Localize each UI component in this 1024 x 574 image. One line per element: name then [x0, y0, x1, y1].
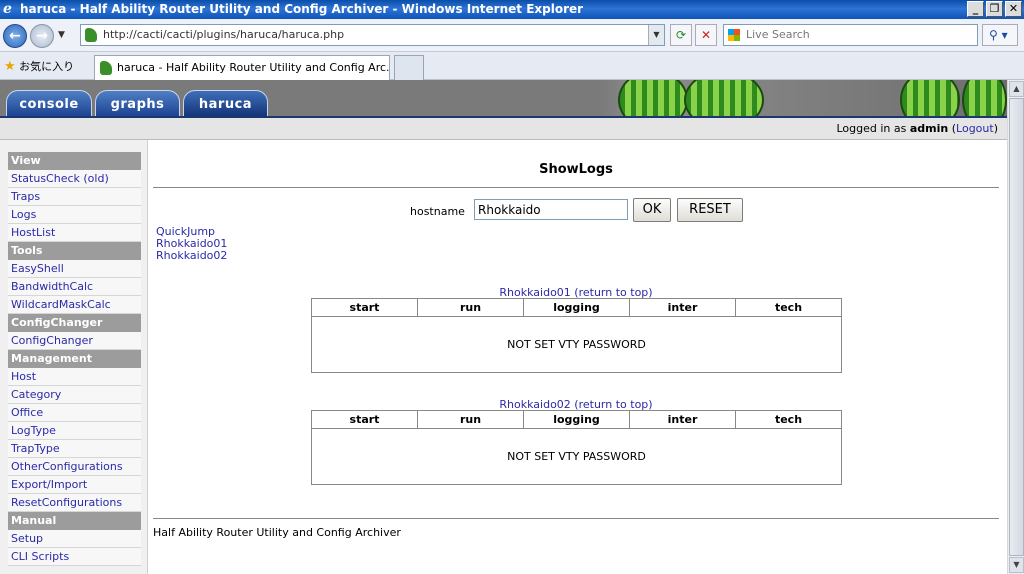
stop-icon: ✕: [700, 28, 712, 42]
divider: [153, 187, 999, 188]
site-favicon-icon: [85, 28, 97, 42]
vertical-scrollbar[interactable]: ▲ ▼: [1007, 80, 1024, 574]
search-input[interactable]: Live Search: [723, 24, 978, 46]
sidebar-item-host[interactable]: Host: [8, 368, 141, 386]
forward-button[interactable]: →: [30, 24, 54, 48]
quickjump-links: QuickJump Rhokkaido01 Rhokkaido02: [156, 226, 227, 262]
favorites-button[interactable]: ★ お気に入り: [4, 58, 74, 74]
history-dropdown-icon[interactable]: ▼: [58, 30, 65, 40]
sidebar-item-logtype[interactable]: LogType: [8, 422, 141, 440]
sidebar-item-setup[interactable]: Setup: [8, 530, 141, 548]
column-header: tech: [774, 413, 803, 426]
sidebar-item-wildcardmaskcalc[interactable]: WildcardMaskCalc: [8, 296, 141, 314]
ok-button[interactable]: OK: [633, 198, 671, 222]
sidebar-item-office[interactable]: Office: [8, 404, 141, 422]
sidebar-item-logs[interactable]: Logs: [8, 206, 141, 224]
browser-tab-title: haruca - Half Ability Router Utility and…: [117, 61, 390, 74]
sidebar-item-resetconfigurations[interactable]: ResetConfigurations: [8, 494, 141, 512]
address-text: http://cacti/cacti/plugins/haruca/haruca…: [103, 28, 345, 41]
reset-button[interactable]: RESET: [677, 198, 743, 222]
sidebar-item-traps[interactable]: Traps: [8, 188, 141, 206]
star-icon: ★: [4, 59, 16, 74]
column-header: start: [312, 411, 418, 428]
hostname-input[interactable]: [474, 199, 628, 220]
sidebar-heading: Management: [8, 350, 141, 368]
login-bar: Logged in as admin (Logout): [0, 118, 1007, 140]
maximize-button[interactable]: ❐: [986, 1, 1003, 17]
logout-link[interactable]: Logout: [956, 122, 994, 135]
sidebar: View StatusCheck (old) Traps Logs HostList To…: [0, 140, 148, 574]
minimize-button[interactable]: _: [967, 1, 984, 17]
login-user: admin: [909, 122, 949, 135]
sidebar-item-traptype[interactable]: TrapType: [8, 440, 141, 458]
sidebar-item-hostlist[interactable]: HostList: [8, 224, 141, 242]
table-message: NOT SET VTY PASSWORD: [507, 450, 646, 463]
scroll-up-icon[interactable]: ▲: [1009, 81, 1024, 97]
back-button[interactable]: ←: [3, 24, 27, 48]
sidebar-heading: ConfigChanger: [8, 314, 141, 332]
browser-tab-active[interactable]: haruca - Half Ability Router Utility and…: [94, 55, 390, 80]
sidebar-item-export-import[interactable]: Export/Import: [8, 476, 141, 494]
arrow-left-icon: ←: [9, 28, 21, 44]
table-message: NOT SET VTY PASSWORD: [507, 338, 646, 351]
cacti-header: console graphs haruca: [0, 80, 1007, 118]
sidebar-item-configchanger[interactable]: ConfigChanger: [8, 332, 141, 350]
window-title: haruca - Half Ability Router Utility and…: [20, 2, 584, 16]
window-titlebar: e haruca - Half Ability Router Utility a…: [0, 0, 1024, 19]
address-toolbar: ← → ▼ http://cacti/cacti/plugins/haruca/…: [0, 19, 1024, 52]
page-title: ShowLogs: [539, 162, 613, 177]
column-header: inter: [630, 411, 736, 428]
footer-text: Half Ability Router Utility and Config A…: [153, 526, 401, 539]
sidebar-item-easyshell[interactable]: EasyShell: [8, 260, 141, 278]
search-button[interactable]: ⚲ ▾: [982, 24, 1018, 46]
search-icon: ⚲: [989, 28, 998, 42]
address-dropdown-icon[interactable]: ▼: [648, 25, 664, 45]
scroll-down-icon[interactable]: ▼: [1009, 557, 1024, 573]
hostname-label: hostname: [410, 205, 465, 218]
column-header: run: [418, 299, 524, 316]
column-header: run: [418, 411, 524, 428]
log-table-rhokkaido02: start run logging inter tech NOT SET VTY…: [311, 410, 842, 485]
sidebar-item-bandwidthcalc[interactable]: BandwidthCalc: [8, 278, 141, 296]
refresh-icon: ⟳: [675, 28, 687, 42]
sidebar-item-category[interactable]: Category: [8, 386, 141, 404]
refresh-button[interactable]: ⟳: [670, 24, 692, 46]
paren-close: ): [993, 122, 998, 135]
column-header: logging: [524, 299, 630, 316]
address-input[interactable]: http://cacti/cacti/plugins/haruca/haruca…: [80, 24, 665, 46]
login-prefix: Logged in as: [836, 122, 907, 135]
cactus-logo-art: [600, 80, 1007, 116]
arrow-right-icon: →: [36, 28, 48, 44]
quickjump-link-rhokkaido02[interactable]: Rhokkaido02: [156, 250, 227, 262]
scroll-thumb[interactable]: [1009, 98, 1024, 556]
new-tab-button[interactable]: [394, 55, 424, 80]
main-content: ShowLogs hostname OK RESET QuickJump Rho…: [153, 140, 999, 574]
sidebar-heading: Tools: [8, 242, 141, 260]
tab-graphs[interactable]: graphs: [95, 90, 180, 118]
sidebar-heading: Manual: [8, 512, 141, 530]
tab-favicon-icon: [100, 61, 112, 75]
sidebar-item-otherconfigurations[interactable]: OtherConfigurations: [8, 458, 141, 476]
column-header: logging: [524, 411, 630, 428]
sidebar-heading: View: [8, 152, 141, 170]
search-placeholder: Live Search: [746, 28, 810, 41]
column-header: tech: [774, 301, 803, 314]
close-button[interactable]: ✕: [1005, 1, 1022, 17]
favorites-bar: ★ お気に入り haruca - Half Ability Router Uti…: [0, 52, 1024, 80]
tab-console[interactable]: console: [6, 90, 92, 118]
sidebar-item-cli-scripts[interactable]: CLI Scripts: [8, 548, 141, 566]
ie-icon: e: [3, 1, 12, 17]
stop-button[interactable]: ✕: [695, 24, 717, 46]
column-header: start: [312, 299, 418, 316]
favorites-label: お気に入り: [19, 60, 75, 73]
page-viewport: console graphs haruca Logged in as admin…: [0, 80, 1024, 574]
sidebar-item-statuscheck-old[interactable]: StatusCheck (old): [8, 170, 141, 188]
sidebar-menu: View StatusCheck (old) Traps Logs HostList To…: [8, 152, 141, 566]
column-header: inter: [630, 299, 736, 316]
tab-haruca[interactable]: haruca: [183, 90, 268, 118]
live-search-logo-icon: [728, 29, 740, 41]
divider: [153, 518, 999, 519]
log-table-rhokkaido01: start run logging inter tech NOT SET VTY…: [311, 298, 842, 373]
